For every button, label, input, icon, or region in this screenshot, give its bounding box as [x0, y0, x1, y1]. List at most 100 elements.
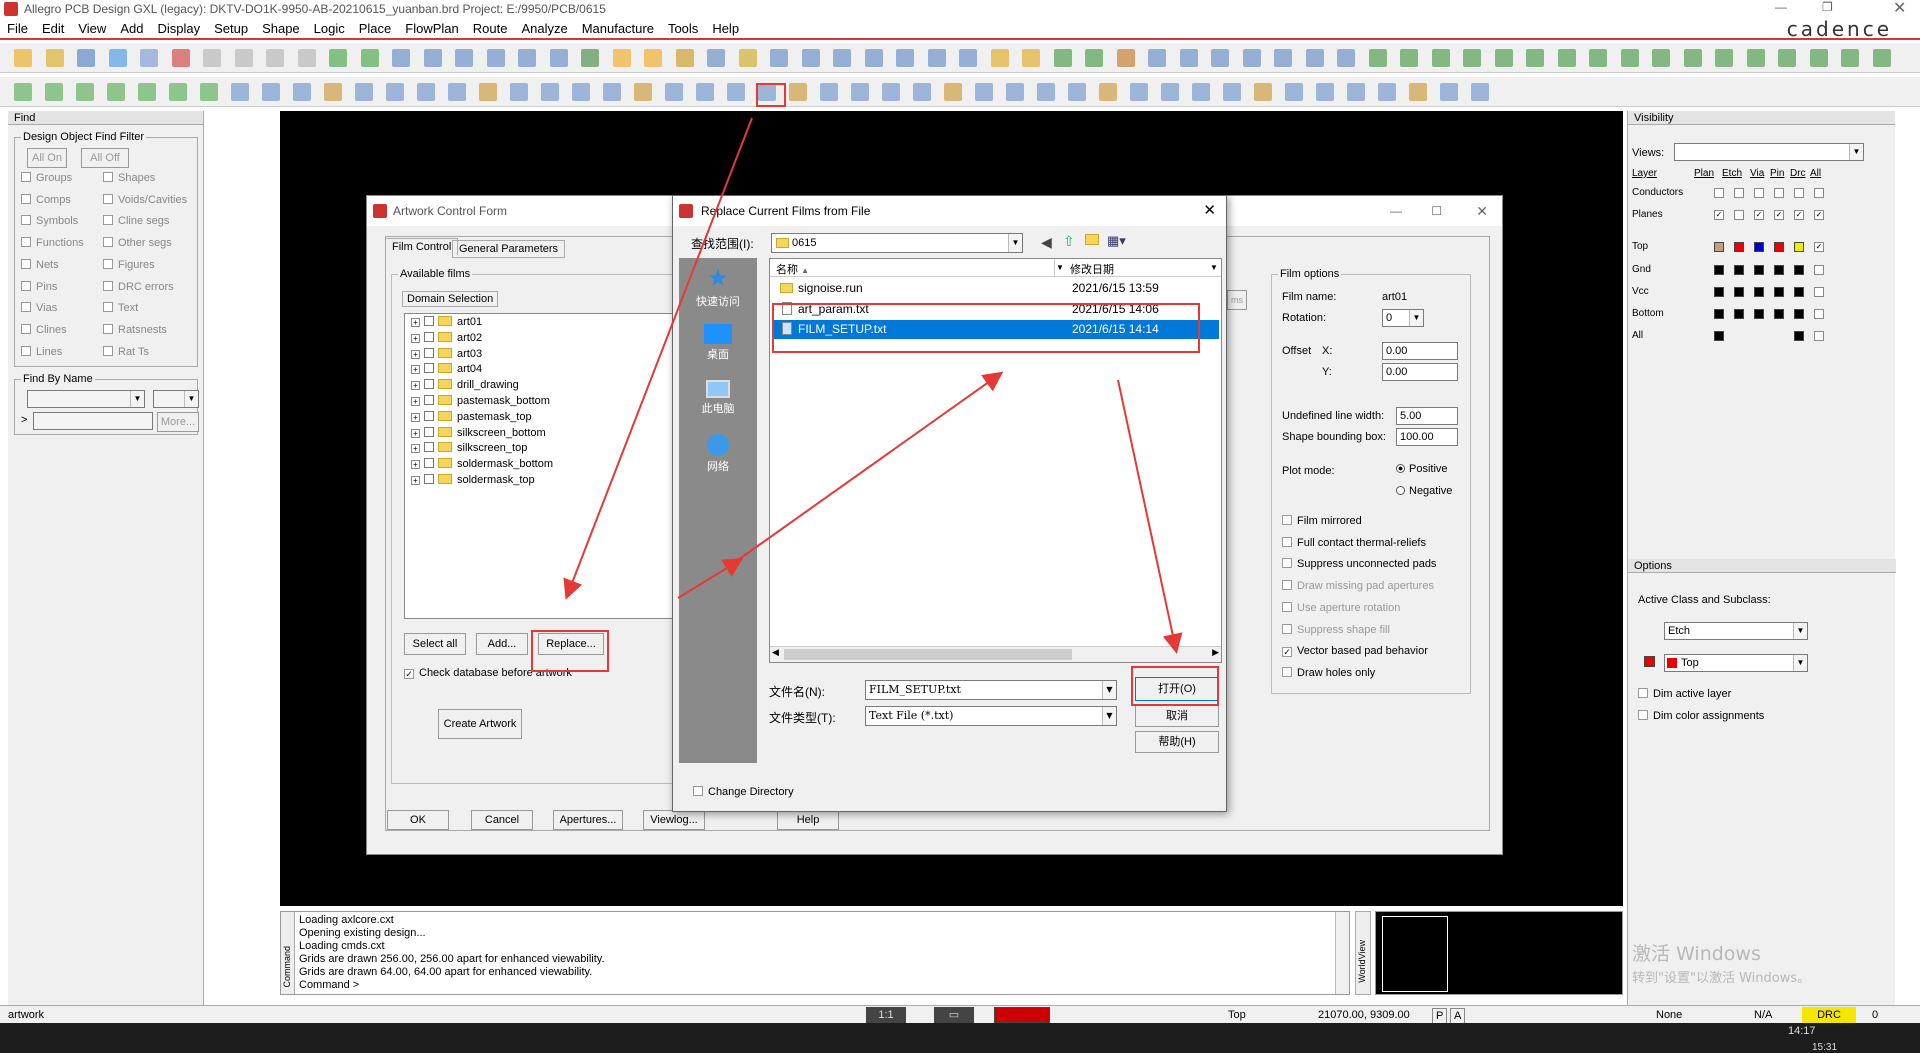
- replace-button[interactable]: Replace...: [538, 633, 604, 655]
- toolbar-icon[interactable]: [1223, 83, 1241, 101]
- visibility-checkbox[interactable]: [1814, 331, 1824, 341]
- status-p-button[interactable]: P: [1432, 1008, 1448, 1024]
- film-tree-item[interactable]: + silkscreen_top: [411, 442, 527, 454]
- film-option-checkbox[interactable]: Draw missing pad apertures: [1282, 580, 1434, 592]
- up-folder-icon[interactable]: ⇧: [1063, 233, 1075, 250]
- toolbar-icon[interactable]: [603, 83, 621, 101]
- toolbar-icon[interactable]: [1841, 49, 1859, 67]
- film-checkbox[interactable]: [424, 474, 434, 484]
- toolbar-icon[interactable]: [293, 83, 311, 101]
- expand-icon[interactable]: +: [411, 428, 420, 438]
- toolbar-icon[interactable]: [392, 49, 410, 67]
- toolbar-icon[interactable]: [231, 83, 249, 101]
- layer-color-swatch[interactable]: [1734, 265, 1744, 275]
- toolbar-icon[interactable]: [45, 83, 63, 101]
- change-directory-checkbox[interactable]: Change Directory: [693, 786, 794, 798]
- view-menu-icon[interactable]: ▦▾: [1107, 233, 1126, 249]
- find-filter-voids-cavities-checkbox[interactable]: Voids/Cavities: [103, 193, 187, 206]
- toolbar-icon[interactable]: [1526, 49, 1544, 67]
- film-tree-item[interactable]: + art01: [411, 316, 482, 328]
- restore-icon[interactable]: ❐: [1822, 0, 1833, 14]
- films-tree[interactable]: + art01 + art02 + art03 + art04 + drill_drawing + p…: [404, 313, 714, 619]
- zoom-fit-button[interactable]: ▭: [934, 1007, 974, 1023]
- toolbar-icon[interactable]: [1778, 49, 1796, 67]
- visibility-header-via[interactable]: Via: [1750, 168, 1764, 179]
- expand-icon[interactable]: +: [411, 412, 420, 422]
- layer-color-swatch[interactable]: [1774, 265, 1784, 275]
- menu-setup[interactable]: Setup: [207, 18, 255, 40]
- artwork-close-icon[interactable]: ✕: [1476, 196, 1488, 226]
- toolbar-icon[interactable]: [324, 83, 342, 101]
- class-select[interactable]: Etch ▼: [1664, 622, 1808, 640]
- toolbar-icon[interactable]: [1463, 49, 1481, 67]
- back-icon[interactable]: ◀: [1041, 234, 1052, 251]
- menu-shape[interactable]: Shape: [255, 18, 307, 40]
- expand-icon[interactable]: +: [411, 349, 420, 359]
- find-filter-other-segs-checkbox[interactable]: Other segs: [103, 237, 172, 249]
- rotation-select[interactable]: 0 ▼: [1382, 309, 1424, 327]
- menu-display[interactable]: Display: [150, 18, 207, 40]
- toolbar-icon[interactable]: [510, 83, 528, 101]
- visibility-checkbox[interactable]: [1734, 210, 1744, 220]
- toolbar-icon[interactable]: [1440, 83, 1458, 101]
- dim-color-checkbox[interactable]: Dim color assignments: [1638, 710, 1764, 722]
- negative-radio[interactable]: Negative: [1396, 485, 1452, 497]
- visibility-checkbox[interactable]: [1814, 309, 1824, 319]
- visibility-checkbox[interactable]: ✓: [1754, 210, 1764, 220]
- toolbar-icon[interactable]: [1400, 49, 1418, 67]
- visibility-header-layer[interactable]: Layer: [1632, 168, 1657, 179]
- name-col-dropdown-icon[interactable]: ▼: [1056, 263, 1064, 272]
- console-scrollbar[interactable]: [1335, 912, 1349, 994]
- menu-logic[interactable]: Logic: [307, 18, 352, 40]
- toolbar-icon[interactable]: [851, 83, 869, 101]
- layer-color-swatch[interactable]: [1734, 242, 1744, 252]
- toolbar-icon[interactable]: [1589, 49, 1607, 67]
- layer-color-swatch[interactable]: [1794, 309, 1804, 319]
- toolbar-icon[interactable]: [1494, 49, 1513, 67]
- menu-add[interactable]: Add: [113, 18, 150, 40]
- screen-capture-button[interactable]: [994, 1007, 1050, 1023]
- toolbar-icon[interactable]: [1242, 49, 1261, 67]
- help-file-button[interactable]: 帮助(H): [1135, 731, 1219, 753]
- toolbar-icon[interactable]: [45, 49, 64, 67]
- ok-button[interactable]: OK: [387, 810, 449, 830]
- film-tree-item[interactable]: + pastemask_top: [411, 410, 532, 423]
- dim-active-layer-checkbox[interactable]: Dim active layer: [1638, 688, 1731, 700]
- toolbar-icon[interactable]: [76, 83, 94, 101]
- toolbar-icon[interactable]: [882, 83, 900, 101]
- find-filter-ratsnests-checkbox[interactable]: Ratsnests: [103, 323, 167, 336]
- toolbar-icon[interactable]: [355, 83, 373, 101]
- toolbar-icon[interactable]: [262, 83, 280, 101]
- find-filter-comps-checkbox[interactable]: Comps: [21, 193, 71, 206]
- film-checkbox[interactable]: [424, 331, 434, 342]
- toolbar-icon[interactable]: [169, 83, 187, 101]
- col-date-header[interactable]: 修改日期: [1070, 261, 1114, 277]
- toolbar-icon[interactable]: [1652, 49, 1670, 67]
- visibility-checkbox[interactable]: [1794, 188, 1804, 198]
- visibility-header-all[interactable]: All: [1810, 168, 1821, 179]
- menu-manufacture[interactable]: Manufacture: [575, 18, 661, 40]
- toolbar-icon[interactable]: [77, 49, 95, 67]
- film-option-checkbox[interactable]: Draw holes only: [1282, 666, 1375, 679]
- toolbar-icon[interactable]: [644, 49, 662, 67]
- toolbar-icon[interactable]: [1274, 49, 1292, 67]
- toolbar-icon[interactable]: [1179, 49, 1198, 67]
- film-tree-item[interactable]: + soldermask_bottom: [411, 458, 553, 470]
- toolbar-icon[interactable]: [386, 83, 404, 101]
- toolbar-icon[interactable]: [1305, 49, 1324, 67]
- toolbar-icon[interactable]: [975, 83, 993, 101]
- toolbar-icon[interactable]: [738, 49, 757, 67]
- toolbar-icon[interactable]: [329, 49, 347, 67]
- all-off-button[interactable]: All Off: [81, 148, 129, 168]
- find-filter-lines-checkbox[interactable]: Lines: [21, 345, 62, 358]
- positive-radio[interactable]: Positive: [1396, 463, 1448, 475]
- shape-bounding-box-input[interactable]: 100.00: [1396, 428, 1458, 446]
- look-in-select[interactable]: 0615 ▼: [771, 233, 1023, 253]
- toolbar-icon[interactable]: [572, 83, 590, 101]
- expand-icon[interactable]: +: [411, 365, 420, 375]
- more-button[interactable]: More...: [157, 412, 199, 432]
- find-filter-vias-checkbox[interactable]: Vias: [21, 302, 57, 314]
- find-mode-select[interactable]: ▼: [153, 390, 199, 408]
- film-option-checkbox[interactable]: ✓ Vector based pad behavior: [1282, 645, 1428, 658]
- toolbar-icon[interactable]: [1872, 49, 1891, 67]
